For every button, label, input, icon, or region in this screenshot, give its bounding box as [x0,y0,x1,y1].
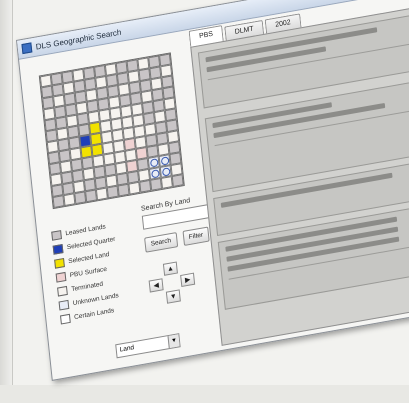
land-row: Land ▼ [115,333,181,359]
legend-label: Terminated [70,280,104,293]
legend-swatch [58,299,70,311]
app-icon [21,42,33,55]
legend-label: Certain Lands [73,306,115,321]
left-pane: Leased Lands Selected Quarter Selected L… [26,36,218,373]
legend-swatch [57,285,68,297]
window-title: DLS Geographic Search [35,27,122,52]
legend-swatch [59,313,71,325]
nav-pad: ▲ ◀ ▶ ▼ [147,255,220,307]
legend-swatch [55,271,67,283]
stage: DLS Geographic Search Leased Lands Selec… [0,0,409,403]
chevron-down-icon[interactable]: ▼ [167,334,180,349]
legend: Leased Lands Selected Quarter Selected L… [51,214,150,327]
nav-spacer [182,287,197,301]
nav-spacer [179,259,194,273]
search-button[interactable]: Search [144,232,178,253]
land-select-value: Land [119,344,135,354]
legend-swatch [51,229,62,241]
nav-spacer [147,264,162,278]
arrow-down-icon[interactable]: ▼ [165,289,181,304]
right-pane: PBS DLMT 2002 [188,0,409,346]
search-buttons: Search Filter [144,226,215,253]
arrow-right-icon[interactable]: ▶ [180,272,196,288]
app-window: DLS Geographic Search Leased Lands Selec… [16,0,409,381]
legend-swatch [52,243,64,255]
nav-spacer [164,275,179,289]
nav-spacer [150,292,165,306]
arrow-up-icon[interactable]: ▲ [162,261,178,276]
legend-swatch [54,257,65,269]
township-grid[interactable] [38,52,185,210]
land-select[interactable]: Land ▼ [115,333,181,359]
filter-button[interactable]: Filter [182,226,210,247]
details-panel [190,0,409,346]
arrow-left-icon[interactable]: ◀ [148,278,164,293]
grid-cell[interactable] [171,174,184,187]
